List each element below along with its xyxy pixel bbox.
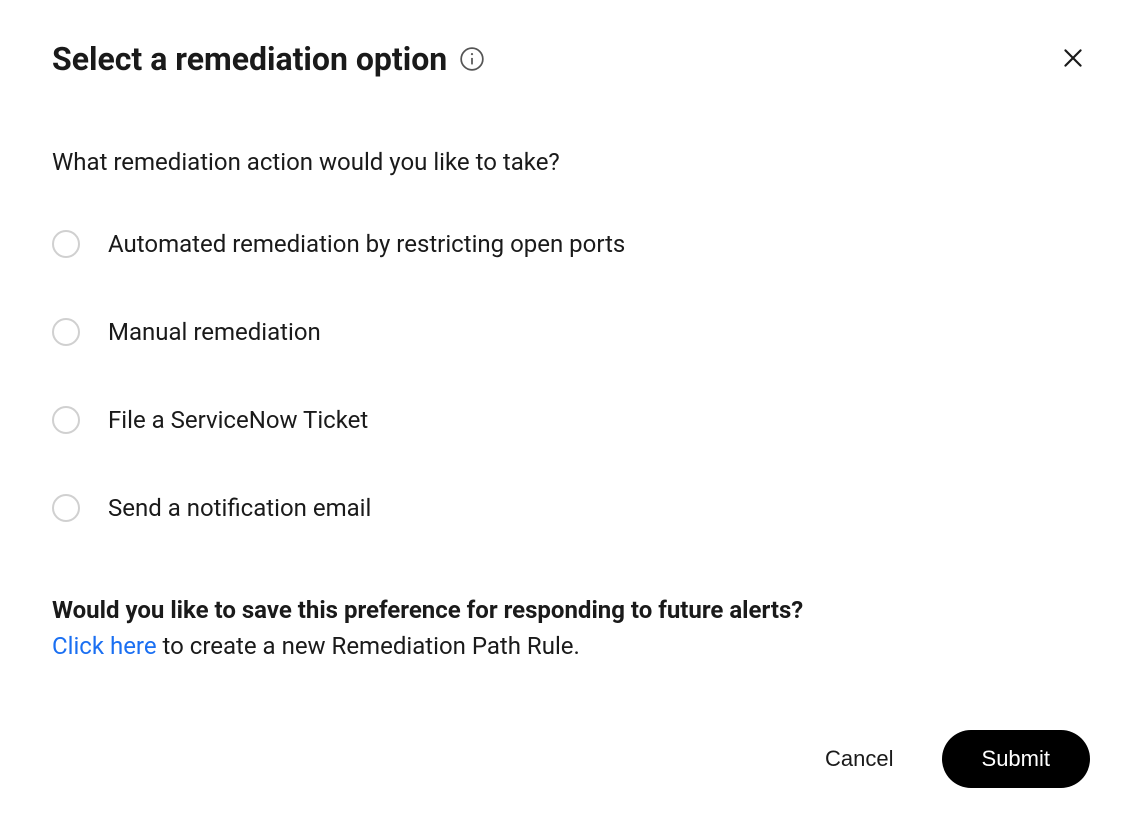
close-icon: [1060, 45, 1086, 74]
modal-header: Select a remediation option: [52, 40, 1090, 78]
radio-option-automated[interactable]: Automated remediation by restricting ope…: [52, 230, 1090, 258]
save-preference-text: Click here to create a new Remediation P…: [52, 632, 1090, 660]
radio-circle-icon: [52, 494, 80, 522]
radio-label: Send a notification email: [108, 494, 371, 522]
radio-circle-icon: [52, 406, 80, 434]
info-icon[interactable]: [459, 46, 485, 72]
radio-option-manual[interactable]: Manual remediation: [52, 318, 1090, 346]
save-preference-section: Would you like to save this preference f…: [52, 596, 1090, 660]
modal-title: Select a remediation option: [52, 40, 447, 78]
remediation-question: What remediation action would you like t…: [52, 148, 1090, 176]
radio-label: Automated remediation by restricting ope…: [108, 230, 625, 258]
close-button[interactable]: [1056, 41, 1090, 78]
save-preference-title: Would you like to save this preference f…: [52, 596, 1090, 624]
modal-title-wrap: Select a remediation option: [52, 40, 485, 78]
radio-option-email[interactable]: Send a notification email: [52, 494, 1090, 522]
modal-footer: Cancel Submit: [52, 730, 1090, 788]
submit-button[interactable]: Submit: [942, 730, 1090, 788]
remediation-modal: Select a remediation option What remedia…: [0, 0, 1142, 828]
radio-circle-icon: [52, 318, 80, 346]
radio-label: Manual remediation: [108, 318, 321, 346]
remediation-options: Automated remediation by restricting ope…: [52, 230, 1090, 522]
click-here-link[interactable]: Click here: [52, 632, 157, 660]
save-preference-suffix: to create a new Remediation Path Rule.: [157, 632, 580, 660]
radio-label: File a ServiceNow Ticket: [108, 406, 368, 434]
radio-option-servicenow[interactable]: File a ServiceNow Ticket: [52, 406, 1090, 434]
radio-circle-icon: [52, 230, 80, 258]
cancel-button[interactable]: Cancel: [817, 734, 901, 784]
